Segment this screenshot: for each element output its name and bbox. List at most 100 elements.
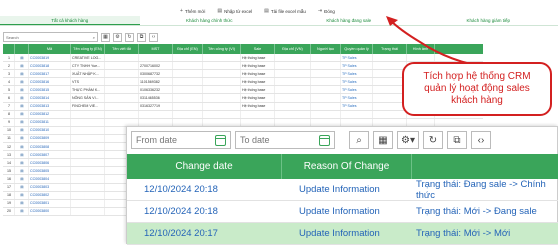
close-icon: ⇥	[318, 8, 322, 14]
cell-code: CC0003803	[29, 184, 71, 191]
search-input[interactable]: Search⌕	[3, 32, 98, 42]
column-header[interactable]: Tên viết tắt	[105, 44, 139, 54]
expand-button[interactable]: ‹›	[149, 33, 158, 42]
column-header[interactable]: Sale	[241, 44, 275, 54]
refresh-button[interactable]: ↻	[125, 33, 134, 42]
row-edit-icon[interactable]: ▤	[15, 78, 29, 85]
column-header[interactable]: Địa chỉ (EN)	[173, 44, 203, 54]
row-edit-icon[interactable]: ▤	[15, 143, 29, 150]
column-header[interactable]: Mã	[29, 44, 71, 54]
row-edit-icon[interactable]: ▤	[15, 208, 29, 215]
to-date-field[interactable]: To date	[235, 131, 335, 149]
history-row[interactable]: 12/10/2024 20:17Update InformationTrạng …	[127, 223, 558, 245]
row-edit-icon[interactable]: ▤	[15, 159, 29, 166]
history-table: Change date Reason Of Change 12/10/2024 …	[127, 154, 558, 245]
from-date-field[interactable]: From date	[131, 131, 231, 149]
change-history-panel: From date To date ⌕ ▦ ⚙▾ ↻ ⧉ ‹› Change d…	[126, 126, 558, 244]
cell-name	[71, 167, 105, 174]
cell-code: CC0003801	[29, 200, 71, 207]
cell-empty	[203, 54, 241, 61]
filter-button[interactable]: ▦	[101, 33, 110, 42]
row-edit-icon[interactable]: ▤	[15, 127, 29, 134]
cell-empty	[203, 70, 241, 77]
search-button[interactable]: ⌕	[349, 131, 369, 149]
cell-name: THỰC PHẨM K...	[71, 86, 105, 93]
cell-no: 2	[3, 62, 15, 69]
row-edit-icon[interactable]: ▤	[15, 62, 29, 69]
cell-code: CC0003806	[29, 159, 71, 166]
row-edit-icon[interactable]: ▤	[15, 175, 29, 182]
cell-code: CC0003808	[29, 143, 71, 150]
cell-no: 6	[3, 94, 15, 101]
crop-icon: ⧉	[453, 135, 460, 146]
grid-button[interactable]: ▦	[373, 131, 393, 149]
cell-name	[71, 135, 105, 142]
cell-no: 8	[3, 111, 15, 118]
cell-name: CTY TNHH Yue...	[71, 62, 105, 69]
close-button[interactable]: ⇥Đóng	[318, 8, 335, 14]
cell-mst: 0316327719	[139, 103, 173, 110]
calendar-icon[interactable]	[215, 135, 226, 146]
row-edit-icon[interactable]: ▤	[15, 119, 29, 126]
crop-button[interactable]: ⧉	[447, 131, 467, 149]
row-edit-icon[interactable]: ▤	[15, 111, 29, 118]
cell-no: 3	[3, 70, 15, 77]
col-reason[interactable]: Reason Of Change	[282, 154, 412, 179]
row-edit-icon[interactable]: ▤	[15, 94, 29, 101]
cell-no: 1	[3, 54, 15, 61]
cell-code: CC0003809	[29, 135, 71, 142]
crop-button[interactable]: ⧉	[137, 33, 146, 42]
history-reason: Update Information	[282, 223, 412, 244]
cell-mst: 0300687732	[139, 70, 173, 77]
column-header[interactable]: Quyền quản lý	[341, 44, 373, 54]
row-edit-icon[interactable]: ▤	[15, 86, 29, 93]
cell-empty	[275, 94, 311, 101]
cell-name: VTS	[71, 78, 105, 85]
search-row: Search⌕ ▦ ⚙ ↻ ⧉ ‹›	[3, 32, 158, 42]
column-header[interactable]	[3, 44, 15, 54]
history-row[interactable]: 12/10/2024 20:18Update InformationTrạng …	[127, 179, 558, 201]
row-edit-icon[interactable]: ▤	[15, 192, 29, 199]
import-excel-button[interactable]: ▤Nhập từ excel	[217, 8, 252, 14]
col-detail[interactable]	[412, 154, 558, 179]
calendar-icon[interactable]	[319, 135, 330, 146]
cell-empty	[173, 54, 203, 61]
settings-button[interactable]: ⚙▾	[397, 131, 419, 149]
expand-icon: ‹›	[478, 135, 485, 146]
column-header[interactable]: Địa chỉ (VN)	[275, 44, 311, 54]
row-edit-icon[interactable]: ▤	[15, 54, 29, 61]
download-template-button[interactable]: ▤Tải file excel mẫu	[264, 8, 306, 14]
cell-empty	[275, 119, 311, 126]
cell-empty	[203, 119, 241, 126]
row-edit-icon[interactable]: ▤	[15, 70, 29, 77]
cell-mst	[139, 111, 173, 118]
column-header[interactable]	[15, 44, 29, 54]
expand-button[interactable]: ‹›	[471, 131, 491, 149]
column-header[interactable]: Tên công ty (EN)	[71, 44, 105, 54]
settings-button[interactable]: ⚙	[113, 33, 122, 42]
col-change-date[interactable]: Change date	[127, 154, 282, 179]
cell-code: CC0003810	[29, 127, 71, 134]
row-edit-icon[interactable]: ▤	[15, 103, 29, 110]
cell-sale: Hệ thống base	[241, 62, 275, 69]
column-header[interactable]: MST	[139, 44, 173, 54]
row-edit-icon[interactable]: ▤	[15, 135, 29, 142]
cell-no: 12	[3, 143, 15, 150]
tab-all-customers[interactable]: Tất cả khách hàng	[0, 16, 140, 25]
add-new-button[interactable]: +Thêm mới	[180, 8, 205, 14]
refresh-button[interactable]: ↻	[423, 131, 443, 149]
cell-mst: 0311465536	[139, 94, 173, 101]
cell-sale	[241, 111, 275, 118]
row-edit-icon[interactable]: ▤	[15, 167, 29, 174]
history-toolbar: ⌕ ▦ ⚙▾ ↻ ⧉ ‹›	[349, 131, 491, 149]
history-row[interactable]: 12/10/2024 20:18Update InformationTrạng …	[127, 201, 558, 223]
column-header[interactable]: Tên công ty (VI)	[203, 44, 241, 54]
cell-empty	[311, 62, 341, 69]
refresh-icon: ↻	[127, 34, 131, 40]
row-edit-icon[interactable]: ▤	[15, 184, 29, 191]
column-header[interactable]: Người tạo	[311, 44, 341, 54]
tab-official-customers[interactable]: Khách hàng chính thức	[140, 16, 280, 25]
callout-line-1: Tích hợp hệ thống CRM	[423, 71, 530, 83]
row-edit-icon[interactable]: ▤	[15, 200, 29, 207]
row-edit-icon[interactable]: ▤	[15, 151, 29, 158]
